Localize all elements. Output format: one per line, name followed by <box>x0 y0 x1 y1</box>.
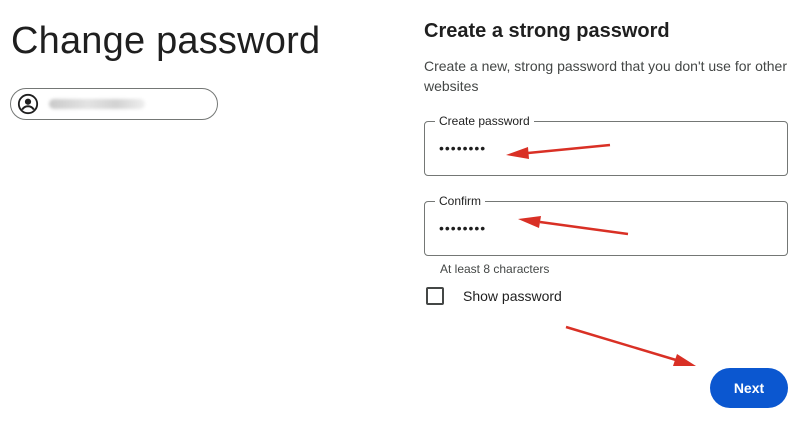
form-description: Create a new, strong password that you d… <box>424 58 787 94</box>
annotation-arrow-next <box>565 325 696 366</box>
page-title: Change password <box>11 20 321 62</box>
create-password-label: Create password <box>435 114 534 128</box>
confirm-password-field[interactable]: Confirm <box>424 194 788 256</box>
show-password-checkbox[interactable] <box>426 287 444 305</box>
show-password-toggle[interactable]: Show password <box>426 287 562 305</box>
form-heading: Create a strong password <box>424 20 670 42</box>
account-circle-icon <box>17 93 39 115</box>
confirm-password-label: Confirm <box>435 194 486 208</box>
password-helper-text: At least 8 characters <box>440 262 550 276</box>
create-password-field[interactable]: Create password <box>424 114 788 176</box>
next-button[interactable]: Next <box>710 368 788 408</box>
account-email-redacted <box>49 99 145 109</box>
create-password-input[interactable] <box>439 140 769 156</box>
confirm-password-input[interactable] <box>439 220 769 236</box>
account-chip[interactable] <box>10 88 218 120</box>
show-password-label: Show password <box>463 288 562 304</box>
